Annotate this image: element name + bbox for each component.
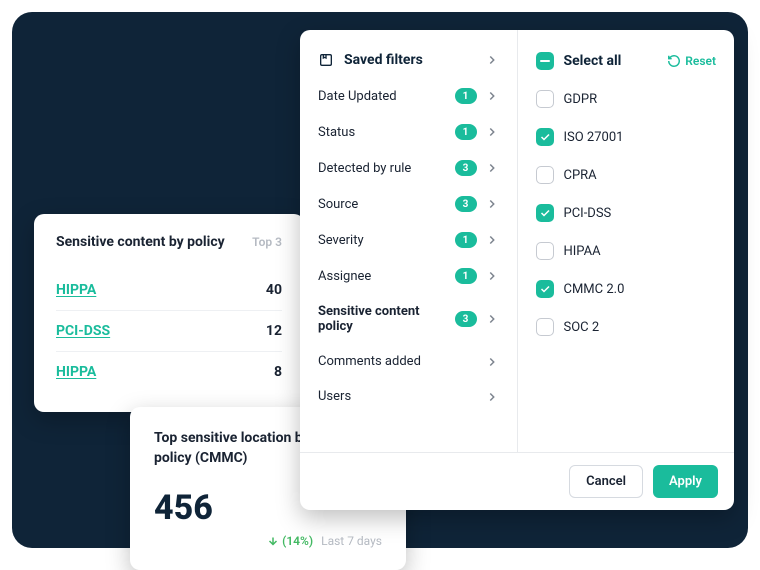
filter-option[interactable]: CPRA (518, 156, 735, 194)
chevron-right-icon (485, 197, 499, 211)
trend-indicator: (14%) (267, 534, 313, 548)
chevron-right-icon (485, 355, 499, 369)
saved-filters-row[interactable]: Saved filters (300, 42, 517, 78)
option-label: CPRA (564, 168, 597, 183)
filter-category[interactable]: Status 1 (300, 114, 517, 150)
policy-row[interactable]: HIPPA 8 (56, 352, 282, 392)
cancel-button[interactable]: Cancel (569, 465, 643, 498)
option-label: CMMC 2.0 (564, 282, 625, 297)
count-badge: 1 (455, 88, 477, 104)
option-label: SOC 2 (564, 320, 600, 335)
checkbox[interactable] (536, 318, 554, 336)
filter-categories-column: Saved filters Date Updated 1 Status 1 Detect… (300, 30, 518, 452)
filter-category-label: Source (318, 197, 447, 212)
chevron-right-icon (485, 161, 499, 175)
filter-option[interactable]: SOC 2 (518, 308, 735, 346)
check-icon (539, 207, 551, 219)
checkbox[interactable] (536, 280, 554, 298)
filter-category[interactable]: Sensitive content policy 3 (300, 294, 517, 344)
chevron-right-icon (485, 125, 499, 139)
filter-category[interactable]: Users (300, 379, 517, 414)
policy-label: PCI-DSS (56, 323, 110, 339)
count-badge: 3 (455, 160, 477, 176)
filter-option[interactable]: GDPR (518, 80, 735, 118)
count-badge: 3 (455, 311, 477, 327)
policy-value: 12 (266, 323, 282, 339)
filter-category[interactable]: Date Updated 1 (300, 78, 517, 114)
policy-label: HIPPA (56, 364, 96, 380)
filter-category-label: Users (318, 389, 477, 404)
checkbox[interactable] (536, 128, 554, 146)
policy-label: HIPPA (56, 282, 96, 298)
filter-category-label: Comments added (318, 354, 477, 369)
filter-category-label: Severity (318, 233, 447, 248)
filter-category[interactable]: Severity 1 (300, 222, 517, 258)
filter-category[interactable]: Detected by rule 3 (300, 150, 517, 186)
option-label: HIPAA (564, 244, 601, 259)
chevron-right-icon (485, 233, 499, 247)
count-badge: 1 (455, 124, 477, 140)
reset-button[interactable]: Reset (667, 54, 716, 68)
filter-category-label: Sensitive content policy (318, 304, 447, 334)
filter-category-label: Detected by rule (318, 161, 447, 176)
period-label: Last 7 days (321, 534, 382, 548)
filter-option[interactable]: ISO 27001 (518, 118, 735, 156)
checkbox[interactable] (536, 242, 554, 260)
count-badge: 1 (455, 268, 477, 284)
chevron-right-icon (485, 312, 499, 326)
refresh-icon (667, 54, 681, 68)
checkbox[interactable] (536, 90, 554, 108)
arrow-down-icon (267, 535, 279, 547)
filter-option[interactable]: PCI-DSS (518, 194, 735, 232)
option-label: GDPR (564, 92, 598, 107)
count-badge: 1 (455, 232, 477, 248)
filter-category-label: Status (318, 125, 447, 140)
saved-filters-label: Saved filters (344, 52, 475, 68)
chevron-right-icon (485, 53, 499, 67)
policy-row[interactable]: HIPPA 40 (56, 270, 282, 311)
chevron-right-icon (485, 390, 499, 404)
filter-category[interactable]: Assignee 1 (300, 258, 517, 294)
card-subtitle: Top 3 (252, 235, 282, 249)
check-icon (539, 283, 551, 295)
checkbox[interactable] (536, 166, 554, 184)
filters-modal: Saved filters Date Updated 1 Status 1 Detect… (300, 30, 734, 510)
policy-row[interactable]: PCI-DSS 12 (56, 311, 282, 352)
option-label: ISO 27001 (564, 130, 624, 145)
sensitive-content-card: Sensitive content by policy Top 3 HIPPA 4… (34, 214, 304, 412)
filter-category-label: Assignee (318, 269, 447, 284)
select-all-label: Select all (564, 53, 668, 69)
card-title: Sensitive content by policy (56, 234, 225, 250)
filter-category[interactable]: Source 3 (300, 186, 517, 222)
checkbox[interactable] (536, 204, 554, 222)
filter-option[interactable]: CMMC 2.0 (518, 270, 735, 308)
filter-category[interactable]: Comments added (300, 344, 517, 379)
chevron-right-icon (485, 269, 499, 283)
count-badge: 3 (455, 196, 477, 212)
filter-option[interactable]: HIPAA (518, 232, 735, 270)
save-icon (318, 52, 334, 68)
policy-value: 40 (266, 282, 282, 298)
apply-button[interactable]: Apply (653, 465, 718, 498)
option-label: PCI-DSS (564, 206, 612, 221)
select-all-checkbox[interactable] (536, 52, 554, 70)
filter-category-label: Date Updated (318, 89, 447, 104)
policy-value: 8 (274, 364, 282, 380)
check-icon (539, 131, 551, 143)
chevron-right-icon (485, 89, 499, 103)
filter-options-column: Select all Reset GDPR ISO 27001 CPRA PCI-DS… (518, 30, 735, 452)
